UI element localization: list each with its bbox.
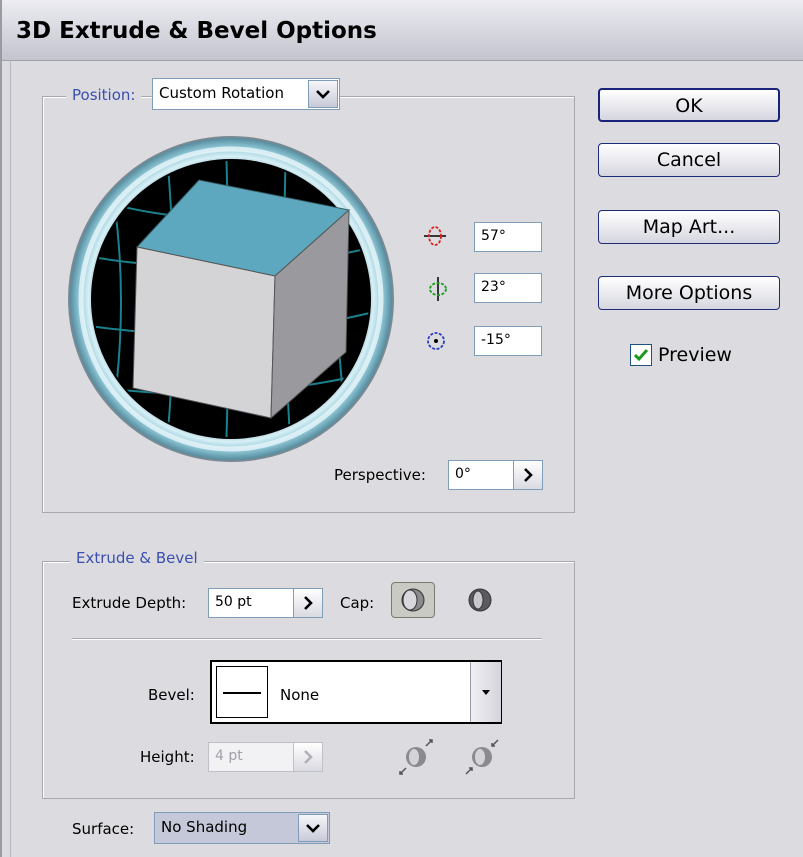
height-slider-button[interactable]	[293, 742, 323, 772]
height-label: Height:	[140, 748, 195, 766]
bevel-value: None	[280, 686, 320, 704]
rotate-x-axis-icon	[422, 224, 448, 252]
surface-label: Surface:	[72, 820, 135, 838]
ok-button-label: OK	[675, 95, 703, 117]
bevel-swatch	[216, 666, 268, 718]
ok-button[interactable]: OK	[598, 88, 780, 122]
dialog-left-edge	[10, 60, 11, 857]
preview-label: Preview	[658, 344, 732, 366]
rotate-y-value: 23°	[481, 279, 506, 295]
rotation-track-cube[interactable]	[66, 134, 396, 464]
height-value: 4 pt	[215, 748, 243, 764]
dialog-title: 3D Extrude & Bevel Options	[16, 18, 377, 44]
chevron-down-icon	[306, 824, 320, 833]
title-bar[interactable]: 3D Extrude & Bevel Options	[2, 0, 803, 61]
map-art-button[interactable]: Map Art...	[598, 210, 780, 244]
rotate-z-field[interactable]: -15°	[474, 326, 542, 356]
preview-checkbox[interactable]	[630, 344, 652, 366]
bevel-out-icon	[399, 739, 433, 775]
height-field[interactable]: 4 pt	[208, 742, 294, 772]
cancel-button[interactable]: Cancel	[598, 143, 780, 177]
cube-front-face	[132, 246, 276, 419]
chevron-right-icon	[524, 468, 533, 482]
position-dropdown-value: Custom Rotation	[159, 84, 284, 102]
rotate-z-value: -15°	[481, 332, 511, 348]
chevron-right-icon	[304, 596, 313, 610]
extrude-separator	[72, 638, 542, 640]
perspective-field[interactable]: 0°	[448, 460, 514, 490]
perspective-slider-button[interactable]	[513, 460, 543, 490]
bevel-in-icon	[465, 739, 499, 775]
cap-label: Cap:	[340, 594, 375, 612]
bevel-label: Bevel:	[148, 686, 195, 704]
bevel-dropdown-button[interactable]	[470, 662, 501, 722]
surface-dropdown-button[interactable]	[298, 814, 328, 842]
cancel-button-label: Cancel	[656, 149, 722, 171]
cap-off-icon	[468, 588, 492, 612]
cap-off-button[interactable]	[458, 582, 502, 618]
more-options-button[interactable]: More Options	[598, 276, 780, 310]
map-art-button-label: Map Art...	[642, 216, 736, 238]
chevron-down-icon	[316, 90, 330, 99]
extrude-depth-field[interactable]: 50 pt	[208, 588, 294, 618]
perspective-value: 0°	[455, 466, 471, 482]
bevel-in-button[interactable]	[460, 738, 504, 776]
extrude-bevel-legend: Extrude & Bevel	[70, 549, 204, 567]
cap-on-button[interactable]	[391, 582, 435, 618]
surface-value: No Shading	[161, 818, 248, 836]
checkmark-icon	[633, 349, 649, 362]
rotate-z-axis-icon	[424, 329, 448, 357]
extrude-depth-label: Extrude Depth:	[72, 594, 187, 612]
position-legend: Position:	[66, 86, 142, 104]
extrude-depth-slider-button[interactable]	[293, 588, 323, 618]
bevel-dropdown[interactable]: None	[210, 660, 502, 724]
cap-on-icon	[401, 588, 425, 612]
more-options-button-label: More Options	[625, 282, 753, 304]
rotate-x-field[interactable]: 57°	[474, 222, 542, 252]
extrude-bevel-dialog: 3D Extrude & Bevel Options Position: Cus…	[0, 0, 803, 857]
rotate-x-value: 57°	[481, 228, 506, 244]
rotate-y-field[interactable]: 23°	[474, 273, 542, 303]
extrude-depth-value: 50 pt	[215, 594, 252, 610]
perspective-label: Perspective:	[334, 466, 426, 484]
rotate-y-axis-icon	[426, 276, 450, 306]
bevel-out-button[interactable]	[394, 738, 438, 776]
chevron-right-icon	[304, 750, 313, 764]
caret-down-icon	[482, 690, 490, 695]
position-dropdown-button[interactable]	[308, 80, 338, 108]
